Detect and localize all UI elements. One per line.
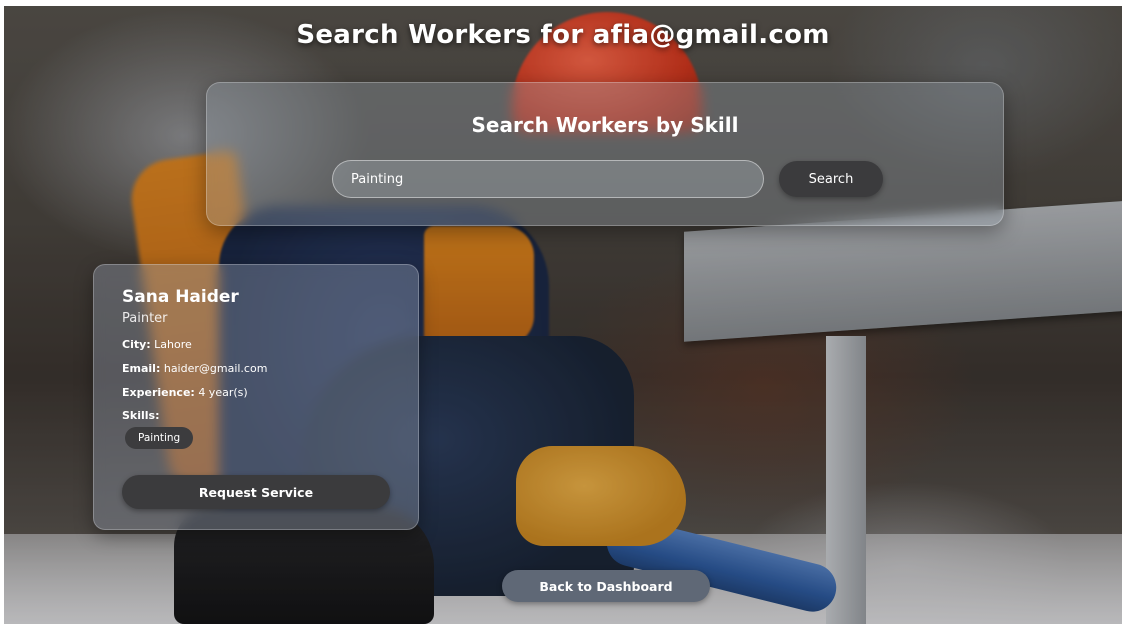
request-service-button[interactable]: Request Service <box>122 475 390 509</box>
search-button[interactable]: Search <box>779 161 883 197</box>
experience-value: 4 year(s) <box>198 386 248 399</box>
worker-role: Painter <box>122 311 168 326</box>
experience-label: Experience: <box>122 386 195 399</box>
worker-skills-row: Skills: <box>122 409 160 422</box>
search-panel: Search Workers by Skill Search <box>206 82 1004 226</box>
back-to-dashboard-button[interactable]: Back to Dashboard <box>502 570 710 602</box>
search-heading: Search Workers by Skill <box>471 113 739 137</box>
skill-search-input[interactable] <box>332 160 764 198</box>
page-title: Search Workers for afia@gmail.com <box>296 20 830 50</box>
skills-label: Skills: <box>122 409 160 422</box>
city-value: Lahore <box>154 338 192 351</box>
worker-email-row: Email: haider@gmail.com <box>122 362 267 375</box>
worker-experience-row: Experience: 4 year(s) <box>122 386 248 399</box>
worker-card: Sana Haider Painter City: Lahore Email: … <box>93 264 419 530</box>
email-value: haider@gmail.com <box>163 362 268 375</box>
app-frame: Search Workers for afia@gmail.com Search… <box>4 6 1122 624</box>
worker-city-row: City: Lahore <box>122 338 192 351</box>
worker-name: Sana Haider <box>122 287 239 307</box>
skill-tag: Painting <box>125 427 194 449</box>
email-label: Email: <box>122 362 161 375</box>
city-label: City: <box>122 338 151 351</box>
